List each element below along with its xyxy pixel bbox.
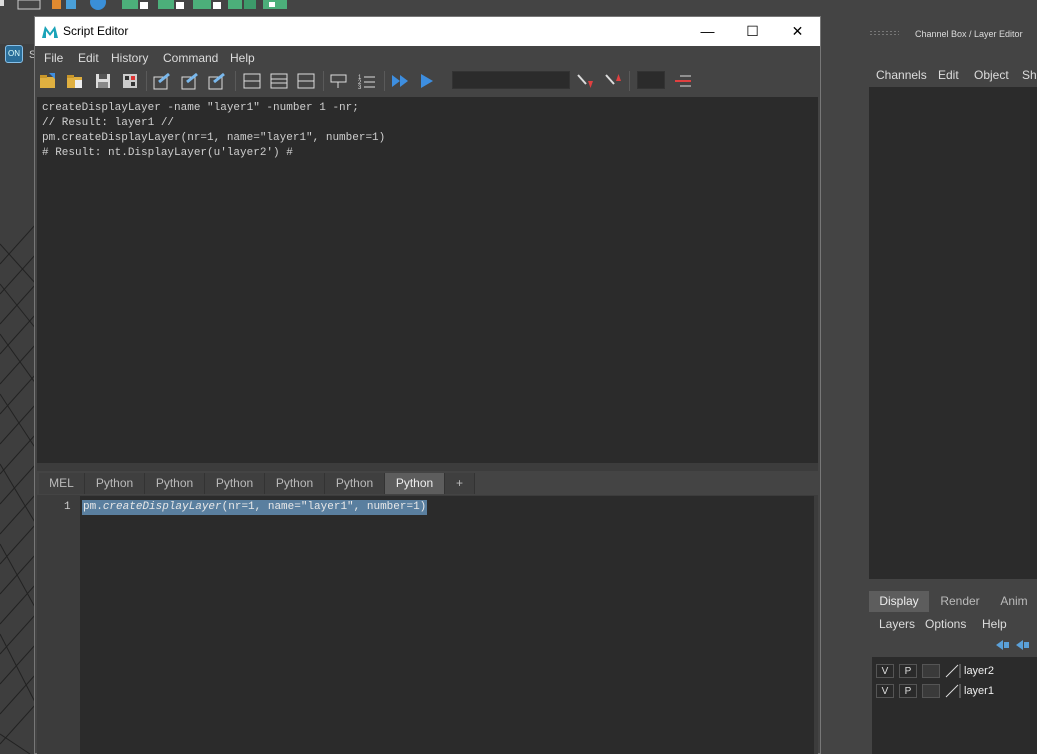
le-tab-render[interactable]: Render: [932, 591, 988, 612]
maya-shelf-strip: [0, 0, 1037, 16]
layer-visibility-toggle[interactable]: V: [876, 684, 894, 698]
cb-menu-edit[interactable]: Edit: [938, 68, 959, 82]
minimize-button[interactable]: —: [685, 17, 730, 46]
line-numbers-icon[interactable]: 123: [358, 72, 376, 90]
layer-color-swatch[interactable]: [922, 664, 940, 678]
layer-name[interactable]: layer1: [964, 684, 994, 698]
code-prefix: pm.: [83, 501, 103, 513]
le-menu-help[interactable]: Help: [982, 617, 1007, 631]
save-to-shelf-icon[interactable]: [121, 72, 139, 90]
goto-line-icon[interactable]: [674, 72, 692, 90]
menu-file[interactable]: File: [44, 51, 63, 65]
cb-menu-object[interactable]: Object: [974, 68, 1009, 82]
toolbar-separator: [384, 71, 385, 91]
tab-python-3[interactable]: Python: [205, 473, 265, 494]
layer-type-icon: [945, 664, 961, 678]
show-input-only-icon[interactable]: [270, 72, 288, 90]
source-script-icon[interactable]: [66, 72, 84, 90]
code-function: createDisplayLayer: [102, 501, 222, 513]
menu-help[interactable]: Help: [230, 51, 255, 65]
execute-icon[interactable]: [418, 72, 436, 90]
menu-command[interactable]: Command: [163, 51, 218, 65]
pane-splitter[interactable]: [37, 463, 818, 471]
layer-type-icon: [945, 684, 961, 698]
menu-edit[interactable]: Edit: [78, 51, 99, 65]
cb-menu-show[interactable]: Sh: [1022, 68, 1037, 82]
viewport-grid: [0, 223, 36, 754]
line-number: 1: [64, 501, 71, 513]
menubar: [35, 47, 820, 67]
layer-playback-toggle[interactable]: P: [899, 664, 917, 678]
search-field[interactable]: [452, 71, 570, 89]
tab-python-4[interactable]: Python: [265, 473, 325, 494]
viewport[interactable]: [0, 44, 36, 754]
open-script-icon[interactable]: [39, 72, 57, 90]
tab-python-1[interactable]: Python: [85, 473, 145, 494]
code-editor[interactable]: [80, 496, 814, 754]
channel-box-area[interactable]: [869, 87, 1037, 579]
execute-all-icon[interactable]: [391, 72, 409, 90]
history-line: # Result: nt.DisplayLayer(u'layer2') #: [42, 147, 293, 159]
layer-name[interactable]: layer2: [964, 664, 994, 678]
layer-visibility-toggle[interactable]: V: [876, 664, 894, 678]
panel-gap: [821, 16, 861, 754]
tab-python-6[interactable]: Python: [385, 473, 445, 494]
maya-app-icon: [42, 26, 58, 38]
maximize-button[interactable]: ☐: [730, 17, 775, 46]
le-menu-options[interactable]: Options: [925, 617, 966, 631]
history-line: // Result: layer1 //: [42, 117, 175, 129]
layer-playback-toggle[interactable]: P: [899, 684, 917, 698]
search-up-icon[interactable]: [604, 72, 622, 90]
svg-text:3: 3: [358, 85, 362, 90]
layer-color-swatch[interactable]: [922, 684, 940, 698]
channel-box-title: Channel Box / Layer Editor: [915, 29, 1023, 39]
close-button[interactable]: ✕: [775, 17, 820, 46]
layer-row-layer1[interactable]: V P layer1: [876, 684, 1036, 702]
clear-all-icon[interactable]: [208, 72, 226, 90]
goto-line-field[interactable]: [637, 71, 665, 89]
window-title: Script Editor: [63, 24, 129, 38]
drag-grip-icon[interactable]: [869, 30, 899, 36]
tab-mel[interactable]: MEL: [39, 473, 85, 494]
code-args: (nr=1, name="layer1", number=1): [221, 501, 427, 513]
echo-commands-icon[interactable]: [330, 72, 348, 90]
tab-python-5[interactable]: Python: [325, 473, 385, 494]
toolbar-separator: [146, 71, 147, 91]
le-menu-layers[interactable]: Layers: [879, 617, 915, 631]
show-history-only-icon[interactable]: [243, 72, 261, 90]
search-down-icon[interactable]: [576, 72, 594, 90]
cb-menu-channels[interactable]: Channels: [876, 68, 927, 82]
le-tab-anim[interactable]: Anim: [990, 591, 1037, 612]
clear-history-icon[interactable]: [153, 72, 171, 90]
layer-row-layer2[interactable]: V P layer2: [876, 664, 1036, 682]
show-both-icon[interactable]: [297, 72, 315, 90]
add-tab-button[interactable]: +: [445, 473, 475, 494]
viewport-mode-icon[interactable]: ON: [5, 45, 23, 63]
save-script-icon[interactable]: [94, 72, 112, 90]
selected-code-line[interactable]: pm.createDisplayLayer(nr=1, name="layer1…: [82, 500, 428, 515]
tab-python-2[interactable]: Python: [145, 473, 205, 494]
history-line: pm.createDisplayLayer(nr=1, name="layer1…: [42, 132, 386, 144]
layer-move-arrows-icon[interactable]: [995, 639, 1035, 651]
shelf-icons: [0, 0, 287, 10]
clear-input-icon[interactable]: [181, 72, 199, 90]
history-line: createDisplayLayer -name "layer1" -numbe…: [42, 102, 359, 114]
toolbar-separator: [235, 71, 236, 91]
history-pane[interactable]: createDisplayLayer -name "layer1" -numbe…: [37, 97, 818, 463]
le-tab-display[interactable]: Display: [869, 591, 929, 612]
toolbar-separator: [323, 71, 324, 91]
toolbar-separator: [629, 71, 630, 91]
menu-history[interactable]: History: [111, 51, 148, 65]
line-number-gutter: [39, 496, 79, 754]
